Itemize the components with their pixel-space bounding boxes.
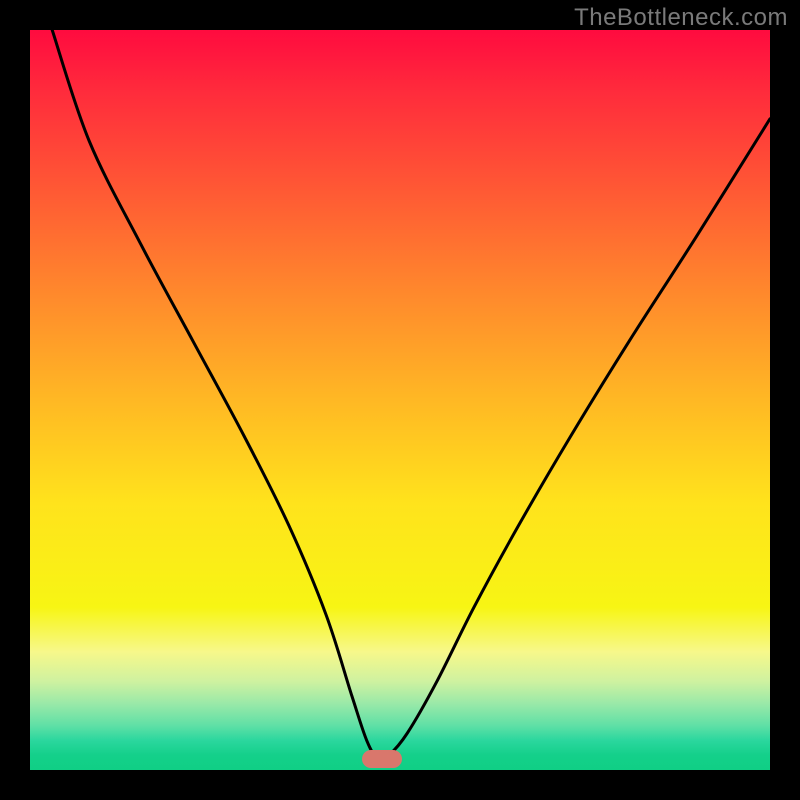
chart-frame: TheBottleneck.com bbox=[0, 0, 800, 800]
plot-area bbox=[30, 30, 770, 770]
bottleneck-curve bbox=[30, 30, 770, 770]
watermark-text: TheBottleneck.com bbox=[574, 4, 788, 32]
optimum-marker bbox=[362, 750, 402, 768]
